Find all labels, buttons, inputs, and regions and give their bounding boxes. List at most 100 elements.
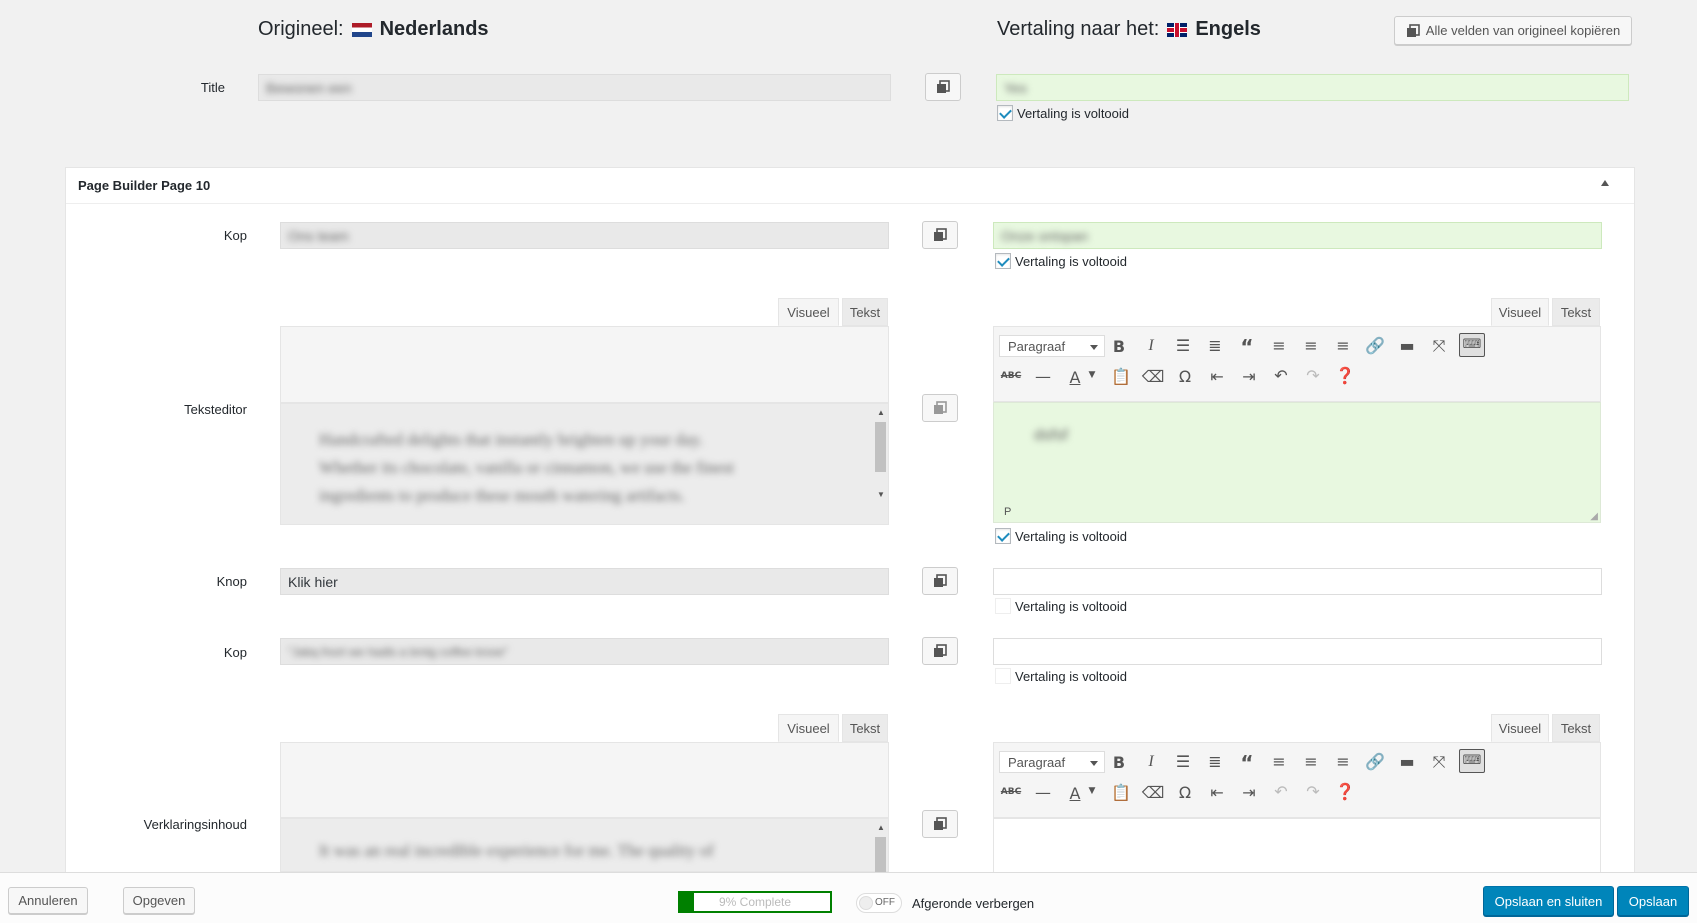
tab-tekst[interactable]: Tekst: [842, 714, 888, 742]
link-icon[interactable]: 🔗: [1363, 336, 1387, 355]
help-icon[interactable]: ❓: [1333, 366, 1357, 385]
indent-icon[interactable]: ⇥: [1237, 367, 1261, 386]
kop-label: Kop: [223, 645, 247, 660]
bullet-list-icon[interactable]: ☰: [1171, 752, 1195, 771]
paste-text-icon[interactable]: 📋: [1109, 783, 1133, 802]
knop-complete-checkbox[interactable]: Vertaling is voltooid: [995, 598, 1127, 614]
outdent-icon[interactable]: ⇤: [1205, 783, 1229, 802]
copy-verklaring-button[interactable]: [922, 810, 958, 838]
save-button[interactable]: Opslaan: [1617, 886, 1689, 916]
help-icon[interactable]: ❓: [1333, 782, 1357, 801]
resign-button[interactable]: Opgeven: [123, 887, 195, 914]
toolbar-toggle-icon[interactable]: ⌨: [1459, 749, 1485, 773]
bullet-list-icon[interactable]: ☰: [1171, 336, 1195, 355]
copy-kop-button[interactable]: [922, 221, 958, 249]
translation-editor-content[interactable]: [993, 818, 1601, 872]
translation-language-header: Vertaling naar het: Engels: [997, 18, 1261, 41]
tab-visueel[interactable]: Visueel: [778, 714, 839, 742]
scrollbar-thumb[interactable]: [875, 422, 886, 472]
copy-teksteditor-button[interactable]: [922, 394, 958, 422]
scrollbar-thumb[interactable]: [875, 837, 886, 877]
tab-visueel[interactable]: Visueel: [1491, 298, 1549, 326]
horizontal-line-icon[interactable]: —: [1031, 367, 1055, 386]
read-more-icon[interactable]: ▬: [1395, 752, 1419, 771]
undo-icon[interactable]: ↶: [1269, 782, 1293, 801]
tab-tekst[interactable]: Tekst: [1552, 714, 1600, 742]
align-left-icon[interactable]: ≡: [1267, 752, 1291, 771]
title-translation-input[interactable]: Yes: [996, 74, 1629, 101]
panel-header[interactable]: [66, 168, 1634, 204]
italic-icon[interactable]: I: [1139, 753, 1163, 771]
link-icon[interactable]: 🔗: [1363, 752, 1387, 771]
knop-translation-input[interactable]: [993, 568, 1602, 595]
format-select[interactable]: Paragraaf: [999, 751, 1105, 773]
tab-tekst[interactable]: Tekst: [1552, 298, 1600, 326]
strikethrough-icon[interactable]: ABC: [999, 787, 1023, 797]
redo-icon[interactable]: ↷: [1301, 782, 1325, 801]
copy-kop-button[interactable]: [922, 637, 958, 665]
checkbox-unchecked-icon[interactable]: [995, 668, 1011, 684]
italic-icon[interactable]: I: [1139, 337, 1163, 355]
hide-completed-toggle[interactable]: OFF: [856, 893, 902, 913]
fullscreen-icon[interactable]: ⤧: [1427, 336, 1451, 356]
align-right-icon[interactable]: ≡: [1331, 752, 1355, 771]
scrollbar[interactable]: ▲ ▼: [874, 408, 886, 504]
cancel-button[interactable]: Annuleren: [8, 887, 88, 914]
format-select[interactable]: Paragraaf: [999, 335, 1105, 357]
title-complete-checkbox[interactable]: Vertaling is voltooid: [997, 105, 1129, 121]
blockquote-icon[interactable]: “: [1235, 751, 1259, 775]
kop-translation-value: Onze ontspan: [1001, 227, 1089, 244]
numbered-list-icon[interactable]: ≣: [1203, 752, 1227, 771]
align-center-icon[interactable]: ≡: [1299, 336, 1323, 355]
horizontal-line-icon[interactable]: —: [1031, 783, 1055, 802]
align-center-icon[interactable]: ≡: [1299, 752, 1323, 771]
checkbox-checked-icon[interactable]: [995, 253, 1011, 269]
copy-title-button[interactable]: [925, 73, 961, 101]
strikethrough-icon[interactable]: ABC: [999, 371, 1023, 381]
bold-icon[interactable]: B: [1107, 337, 1131, 356]
tab-tekst[interactable]: Tekst: [842, 298, 888, 326]
tab-visueel[interactable]: Visueel: [778, 298, 839, 326]
copy-all-label: Alle velden van origineel kopiëren: [1425, 23, 1621, 38]
checkbox-checked-icon[interactable]: [995, 528, 1011, 544]
copy-all-fields-button[interactable]: Alle velden van origineel kopiëren: [1394, 16, 1632, 45]
numbered-list-icon[interactable]: ≣: [1203, 336, 1227, 355]
kop-complete-checkbox[interactable]: Vertaling is voltooid: [995, 253, 1127, 269]
translation-language: Engels: [1195, 18, 1261, 40]
scrollbar[interactable]: ▲: [874, 823, 886, 877]
special-character-icon[interactable]: Ω: [1173, 367, 1197, 386]
fullscreen-icon[interactable]: ⤧: [1427, 752, 1451, 772]
tab-visueel[interactable]: Visueel: [1491, 714, 1549, 742]
editor-toolbar: Paragraaf B I ☰ ≣ “ ≡ ≡ ≡ 🔗 ▬ ⤧ ⌨ ABC — …: [993, 326, 1601, 402]
chevron-down-icon[interactable]: ▼: [1080, 786, 1104, 796]
paste-text-icon[interactable]: 📋: [1109, 367, 1133, 386]
checkbox-unchecked-icon[interactable]: [995, 598, 1011, 614]
checkbox-checked-icon[interactable]: [997, 105, 1013, 121]
clear-formatting-icon[interactable]: ⌫: [1141, 367, 1165, 386]
undo-icon[interactable]: ↶: [1269, 366, 1293, 385]
save-and-close-button[interactable]: Opslaan en sluiten: [1483, 886, 1614, 916]
redo-icon[interactable]: ↷: [1301, 366, 1325, 385]
special-character-icon[interactable]: Ω: [1173, 783, 1197, 802]
copy-icon: [934, 817, 947, 830]
chevron-down-icon[interactable]: ▼: [1080, 370, 1104, 380]
copy-knop-button[interactable]: [922, 567, 958, 595]
outdent-icon[interactable]: ⇤: [1205, 367, 1229, 386]
footer-bar: [0, 872, 1697, 923]
blockquote-icon[interactable]: “: [1235, 335, 1259, 359]
read-more-icon[interactable]: ▬: [1395, 336, 1419, 355]
align-left-icon[interactable]: ≡: [1267, 336, 1291, 355]
bold-icon[interactable]: B: [1107, 753, 1131, 772]
align-right-icon[interactable]: ≡: [1331, 336, 1355, 355]
teksteditor-complete-checkbox[interactable]: Vertaling is voltooid: [995, 528, 1127, 544]
kop-translation-input[interactable]: [993, 638, 1602, 665]
translation-editor-text: dsfsf: [1034, 427, 1068, 444]
kop-translation-input[interactable]: Onze ontspan: [993, 222, 1602, 249]
translation-editor-content[interactable]: dsfsf P ◢: [993, 402, 1601, 523]
resize-handle-icon[interactable]: ◢: [1590, 511, 1598, 522]
indent-icon[interactable]: ⇥: [1237, 783, 1261, 802]
toolbar-toggle-icon[interactable]: ⌨: [1459, 333, 1485, 357]
clear-formatting-icon[interactable]: ⌫: [1141, 783, 1165, 802]
kop-complete-checkbox[interactable]: Vertaling is voltooid: [995, 668, 1127, 684]
triangle-up-icon[interactable]: [1601, 180, 1609, 186]
